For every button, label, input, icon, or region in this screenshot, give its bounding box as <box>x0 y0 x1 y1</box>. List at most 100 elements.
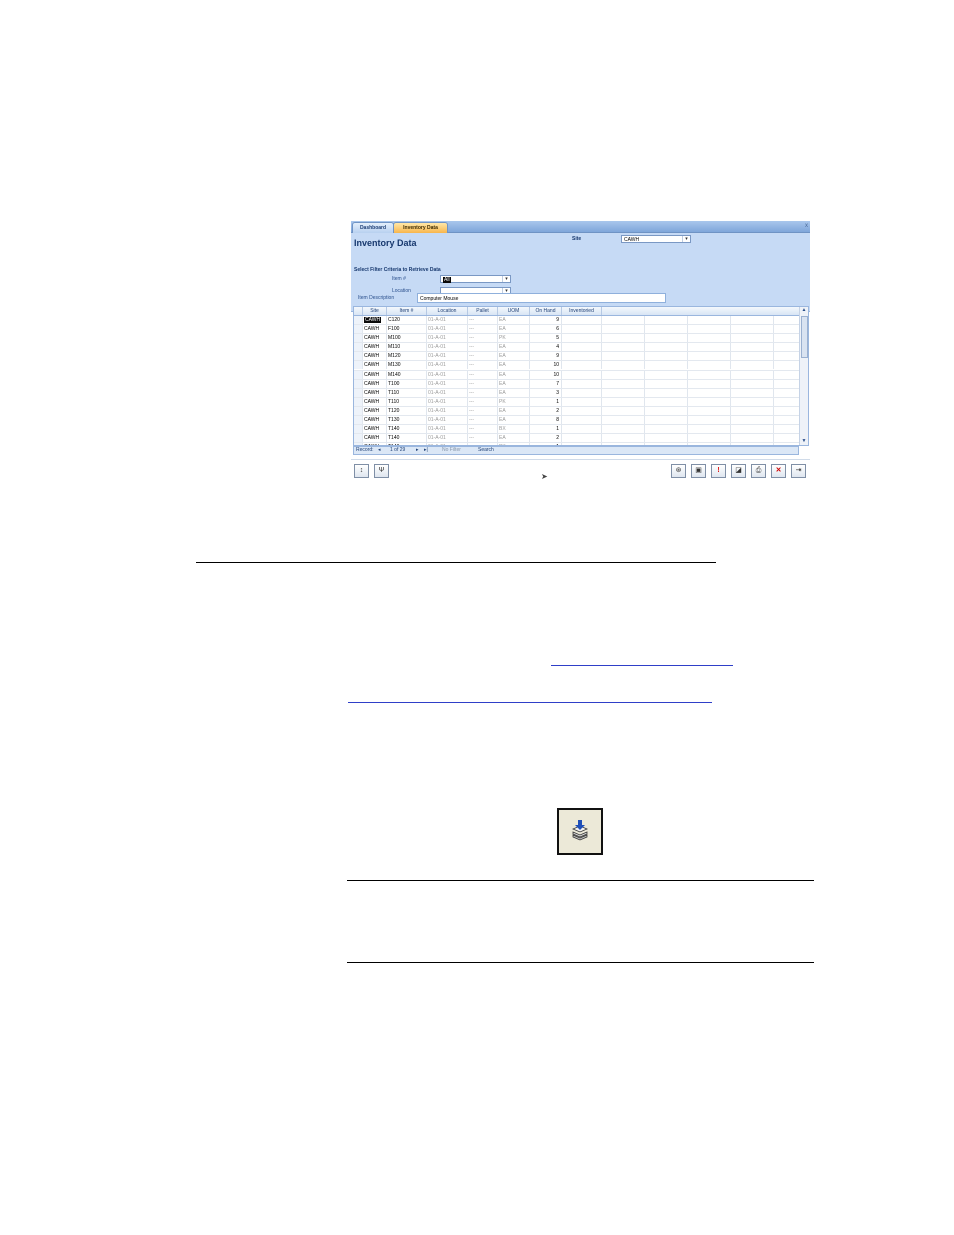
table-cell[interactable]: 2 <box>530 406 562 415</box>
filter-icon[interactable]: Ψ <box>374 464 389 478</box>
print-icon[interactable]: ⎙ <box>751 464 766 478</box>
hyperlink-underline[interactable] <box>348 702 712 703</box>
row-selector[interactable] <box>354 343 363 352</box>
table-row[interactable]: CAWH M120 01-A-01 --- EA 9 <box>354 352 801 362</box>
table-row[interactable]: CAWH T130 01-A-01 --- EA 8 <box>354 416 801 426</box>
first-record-icon[interactable]: ◂ <box>378 447 381 454</box>
table-cell[interactable]: 01-A-01 <box>427 416 468 425</box>
table-cell[interactable]: C120 <box>387 316 427 324</box>
column-header[interactable]: Pallet <box>468 307 498 315</box>
table-cell[interactable]: 7 <box>530 379 562 388</box>
table-cell[interactable]: CAWH <box>363 406 387 415</box>
table-cell[interactable]: 01-A-01 <box>427 406 468 415</box>
preview-icon[interactable]: ◪ <box>731 464 746 478</box>
row-selector[interactable] <box>354 425 363 434</box>
table-cell[interactable]: 01-A-01 <box>427 379 468 388</box>
table-cell[interactable]: --- <box>468 397 498 406</box>
save-icon[interactable]: ▣ <box>691 464 706 478</box>
table-cell[interactable]: EA <box>498 434 530 443</box>
table-cell[interactable]: CAWH <box>363 316 387 324</box>
table-cell[interactable]: 10 <box>530 370 562 379</box>
table-cell[interactable]: CAWH <box>363 370 387 379</box>
table-cell[interactable]: 01-A-01 <box>427 388 468 397</box>
table-cell[interactable]: EA <box>498 370 530 379</box>
table-cell[interactable]: 4 <box>530 343 562 352</box>
table-row[interactable]: CAWH F100 01-A-01 --- EA 6 <box>354 325 801 335</box>
site-combo[interactable]: CAWH ▾ <box>621 235 691 243</box>
table-cell[interactable]: T130 <box>387 416 427 425</box>
table-row[interactable]: CAWH T140 01-A-01 --- EA 2 <box>354 434 801 444</box>
table-cell[interactable]: EA <box>498 388 530 397</box>
table-cell[interactable]: T110 <box>387 397 427 406</box>
table-cell[interactable]: CAWH <box>363 334 387 343</box>
vertical-scrollbar[interactable]: ▲ ▼ <box>799 307 808 445</box>
table-cell[interactable]: T110 <box>387 388 427 397</box>
table-cell[interactable]: CAWH <box>363 434 387 443</box>
table-cell[interactable]: --- <box>468 416 498 425</box>
row-selector[interactable] <box>354 379 363 388</box>
table-cell[interactable]: EA <box>498 416 530 425</box>
table-cell[interactable]: --- <box>468 379 498 388</box>
table-cell[interactable]: CAWH <box>363 397 387 406</box>
table-cell[interactable]: --- <box>468 361 498 370</box>
table-cell[interactable]: --- <box>468 352 498 361</box>
table-row[interactable]: CAWH M140 01-A-01 --- EA 10 <box>354 370 801 380</box>
table-cell[interactable]: --- <box>468 406 498 415</box>
table-cell[interactable]: 6 <box>530 325 562 334</box>
alert-icon[interactable]: ! <box>711 464 726 478</box>
tab-inventory-data[interactable]: Inventory Data <box>393 222 448 233</box>
row-selector[interactable] <box>354 325 363 334</box>
no-filter-button[interactable]: No Filter <box>442 447 461 454</box>
record-position[interactable]: 1 of 29 <box>390 447 405 454</box>
table-cell[interactable]: T140 <box>387 434 427 443</box>
table-cell[interactable]: 01-A-01 <box>427 352 468 361</box>
table-cell[interactable]: --- <box>468 325 498 334</box>
table-cell[interactable]: 10 <box>530 361 562 370</box>
table-cell[interactable]: 01-A-01 <box>427 334 468 343</box>
table-cell[interactable]: EA <box>498 343 530 352</box>
table-cell[interactable]: --- <box>468 343 498 352</box>
row-selector[interactable] <box>354 406 363 415</box>
column-header[interactable]: Site <box>363 307 387 315</box>
table-cell[interactable]: EA <box>498 406 530 415</box>
chevron-down-icon[interactable]: ▾ <box>502 276 510 282</box>
row-selector[interactable] <box>354 370 363 379</box>
row-selector[interactable] <box>354 388 363 397</box>
delete-icon[interactable]: ✕ <box>771 464 786 478</box>
table-cell[interactable]: CAWH <box>363 343 387 352</box>
column-header[interactable]: Location <box>427 307 468 315</box>
table-cell[interactable]: T120 <box>387 406 427 415</box>
table-cell[interactable]: CAWH <box>363 361 387 370</box>
row-selector[interactable] <box>354 397 363 406</box>
column-header[interactable]: UOM <box>498 307 530 315</box>
table-cell[interactable]: EA <box>498 352 530 361</box>
last-record-icon[interactable]: ▸| <box>424 447 428 454</box>
table-cell[interactable]: 01-A-01 <box>427 361 468 370</box>
table-cell[interactable]: 5 <box>530 334 562 343</box>
table-row[interactable]: CAWH T120 01-A-01 --- EA 2 <box>354 406 801 417</box>
table-cell[interactable]: 01-A-01 <box>427 316 468 324</box>
item-number-combo[interactable]: All ▾ <box>440 275 511 283</box>
tab-dashboard[interactable]: Dashboard <box>352 222 394 233</box>
table-row[interactable]: CAWH M130 01-A-01 --- EA 10 <box>354 361 801 371</box>
select-all-box[interactable] <box>354 307 363 315</box>
scroll-up-icon[interactable]: ▲ <box>800 307 808 314</box>
table-cell[interactable]: --- <box>468 370 498 379</box>
table-row[interactable]: CAWH T110 01-A-01 --- EA 3 <box>354 388 801 398</box>
table-cell[interactable]: M110 <box>387 343 427 352</box>
row-selector[interactable] <box>354 334 363 343</box>
table-cell[interactable]: EA <box>498 361 530 370</box>
table-cell[interactable]: BX <box>498 425 530 434</box>
table-cell[interactable]: CAWH <box>363 325 387 334</box>
table-row[interactable]: CAWH T100 01-A-01 --- EA 7 <box>354 379 801 389</box>
table-cell[interactable]: --- <box>468 425 498 434</box>
scroll-down-icon[interactable]: ▼ <box>800 438 808 445</box>
column-header[interactable]: Item # <box>387 307 427 315</box>
row-selector[interactable] <box>354 316 363 324</box>
table-cell[interactable]: M130 <box>387 361 427 370</box>
table-cell[interactable]: --- <box>468 316 498 324</box>
row-selector[interactable] <box>354 416 363 425</box>
table-cell[interactable]: EA <box>498 379 530 388</box>
table-cell[interactable]: 01-A-01 <box>427 397 468 406</box>
table-cell[interactable]: M140 <box>387 370 427 379</box>
